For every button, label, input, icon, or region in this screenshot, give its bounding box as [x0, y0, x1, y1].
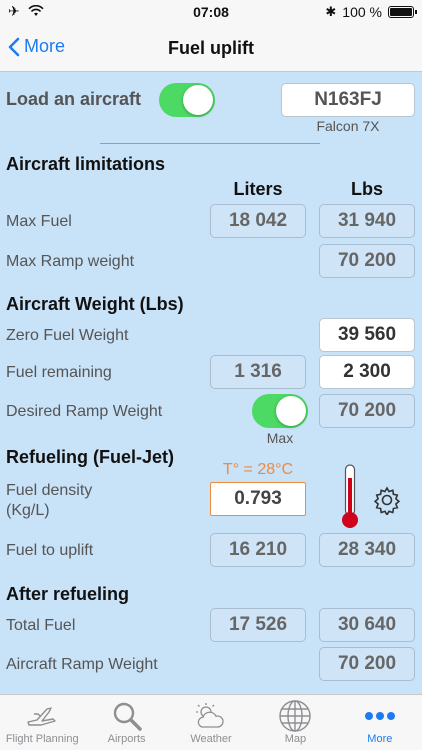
tab-map[interactable]: Map [253, 695, 337, 750]
fuel-density-label-line2: (Kg/L) [6, 502, 50, 519]
zero-fuel-weight-input[interactable]: 39 560 [319, 318, 415, 352]
max-fuel-lbs: 31 940 [319, 204, 415, 238]
column-header-lbs: Lbs [350, 179, 383, 199]
aircraft-registration-field[interactable]: N163FJ [281, 83, 415, 117]
total-fuel-liters: 17 526 [210, 608, 306, 642]
navigation-bar: More Fuel uplift [0, 26, 422, 72]
aircraft-model: Falcon 7X [316, 118, 380, 134]
back-label: More [24, 36, 66, 56]
aircraft-ramp-weight-label: Aircraft Ramp Weight [6, 656, 158, 673]
total-fuel-label: Total Fuel [6, 617, 76, 634]
load-aircraft-label: Load an aircraft [6, 89, 142, 109]
fuel-density-input[interactable]: 0.793 [210, 482, 306, 516]
aircraft-ramp-weight-lbs: 70 200 [319, 647, 415, 681]
weather-icon [196, 703, 224, 728]
load-aircraft-switch[interactable] [159, 83, 215, 117]
desired-ramp-weight-label: Desired Ramp Weight [6, 403, 163, 420]
fuel-to-uplift-lbs: 28 340 [319, 533, 415, 567]
aircraft-weight-title: Aircraft Weight (Lbs) [6, 294, 184, 314]
battery-percent: 100 % [342, 4, 382, 20]
fuel-uplift-form: Load an aircraft N163FJ Falcon 7X Aircra… [0, 72, 422, 694]
fuel-remaining-label: Fuel remaining [6, 364, 112, 381]
after-refueling-title: After refueling [6, 584, 130, 604]
max-switch-label: Max [266, 430, 294, 446]
tab-airports[interactable]: Airports [84, 695, 168, 750]
magnifier-icon [113, 702, 142, 731]
max-fuel-liters: 18 042 [210, 204, 306, 238]
status-bar: ✈ 07:08 ✱ 100 % [0, 0, 422, 26]
total-fuel-lbs: 30 640 [319, 608, 415, 642]
tab-label: Flight Planning [5, 733, 79, 745]
fuel-density-label-line1: Fuel density [6, 482, 93, 499]
status-right: ✱ 100 % [325, 4, 417, 20]
chevron-left-icon [8, 37, 20, 56]
globe-icon [279, 700, 312, 732]
tab-label: More [367, 733, 393, 745]
fuel-to-uplift-label: Fuel to uplift [6, 542, 94, 559]
divider [100, 143, 320, 144]
desired-ramp-weight-lbs: 70 200 [319, 394, 415, 428]
bluetooth-icon: ✱ [325, 4, 337, 19]
thermometer-icon [342, 464, 358, 528]
tab-weather[interactable]: Weather [169, 695, 253, 750]
limitations-title: Aircraft limitations [6, 154, 166, 174]
back-button[interactable]: More [8, 36, 65, 57]
max-ramp-weight-lbs: 70 200 [319, 244, 415, 278]
refueling-title: Refueling (Fuel-Jet) [6, 447, 175, 467]
fuel-density-label: Fuel density (Kg/L) [6, 481, 92, 521]
fuel-remaining-lbs-input[interactable]: 2 300 [319, 355, 415, 389]
fuel-to-uplift-liters: 16 210 [210, 533, 306, 567]
fuel-remaining-liters: 1 316 [210, 355, 306, 389]
tab-label: Weather [190, 733, 232, 745]
tab-bar: Flight Planning Airports Weather Map Mor… [0, 694, 422, 750]
airplane-icon [27, 707, 56, 726]
settings-gear-icon[interactable] [372, 485, 402, 515]
tab-label: Airports [107, 733, 146, 745]
column-header-liters: Liters [233, 179, 283, 199]
max-ramp-weight-label: Max Ramp weight [6, 253, 135, 270]
more-icon [364, 712, 395, 720]
tab-flight-planning[interactable]: Flight Planning [0, 695, 84, 750]
max-ramp-switch[interactable] [252, 394, 308, 428]
tab-label: Map [284, 733, 307, 745]
max-fuel-label: Max Fuel [6, 213, 72, 230]
zero-fuel-weight-label: Zero Fuel Weight [6, 327, 129, 344]
tab-more[interactable]: More [338, 695, 422, 750]
battery-icon [388, 6, 417, 18]
temperature-label: T° = 28°C [222, 461, 294, 478]
